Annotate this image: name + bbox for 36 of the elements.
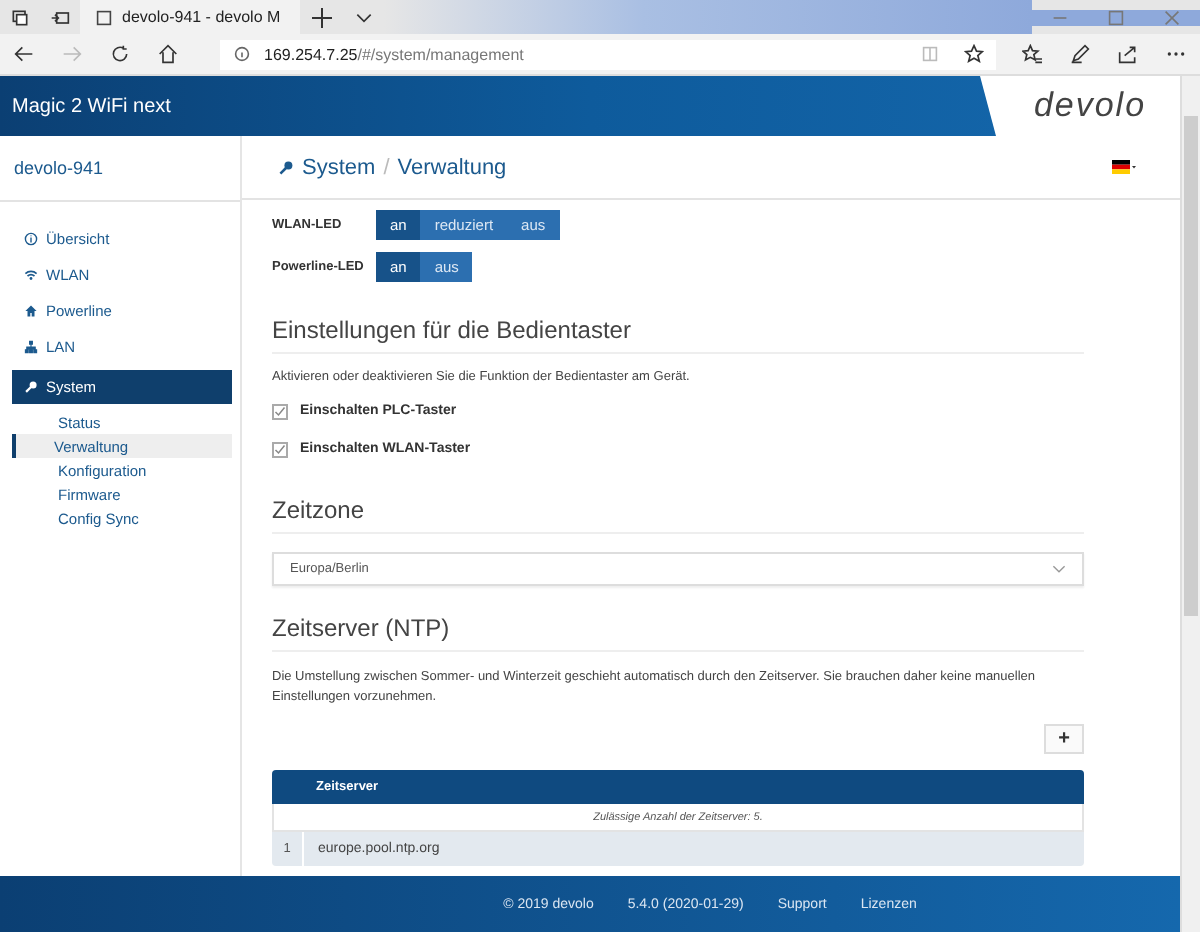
pen-icon[interactable] xyxy=(1070,44,1090,64)
logo[interactable]: devolo xyxy=(980,76,1180,136)
product-name: Magic 2 WiFi next xyxy=(12,95,171,117)
page-icon xyxy=(96,9,112,25)
refresh-icon[interactable] xyxy=(110,44,130,64)
checkbox[interactable] xyxy=(272,403,288,419)
german-flag-icon[interactable] xyxy=(1112,160,1136,174)
breadcrumb-item: Verwaltung xyxy=(397,155,507,179)
add-button[interactable]: + xyxy=(1044,724,1084,754)
key-icon xyxy=(278,159,294,175)
home-icon xyxy=(24,304,38,318)
network-icon xyxy=(24,340,38,354)
breadcrumb-item[interactable]: System xyxy=(302,155,376,179)
close-icon[interactable] xyxy=(1144,9,1200,25)
section-heading: Einstellungen für die Bedientaster xyxy=(272,316,1084,354)
chevron-down-icon xyxy=(1052,564,1066,574)
scrollbar[interactable] xyxy=(1180,76,1200,932)
share-icon[interactable] xyxy=(1118,44,1138,64)
wifi-icon xyxy=(24,268,38,282)
tab-preview-icon[interactable] xyxy=(50,7,70,27)
new-tab-icon[interactable] xyxy=(312,7,332,27)
section-heading: Zeitserver (NTP) xyxy=(272,614,1084,652)
back-icon[interactable] xyxy=(14,44,34,64)
favorites-icon[interactable] xyxy=(1022,44,1042,64)
info-icon xyxy=(24,232,38,246)
home-icon[interactable] xyxy=(158,44,178,64)
info-icon xyxy=(234,46,250,62)
section-heading: Zeitzone xyxy=(272,496,1084,534)
checkbox[interactable] xyxy=(272,441,288,457)
breadcrumb-separator: / xyxy=(383,155,390,179)
address-field[interactable]: 169.254.7.25/#/system/management xyxy=(220,39,996,69)
key-icon xyxy=(24,380,38,394)
browser-tab[interactable]: devolo-941 - devolo M xyxy=(80,0,300,34)
device-name: devolo-941 xyxy=(0,136,240,202)
star-icon[interactable] xyxy=(964,44,984,64)
tabs-aside-icon[interactable] xyxy=(10,7,30,27)
